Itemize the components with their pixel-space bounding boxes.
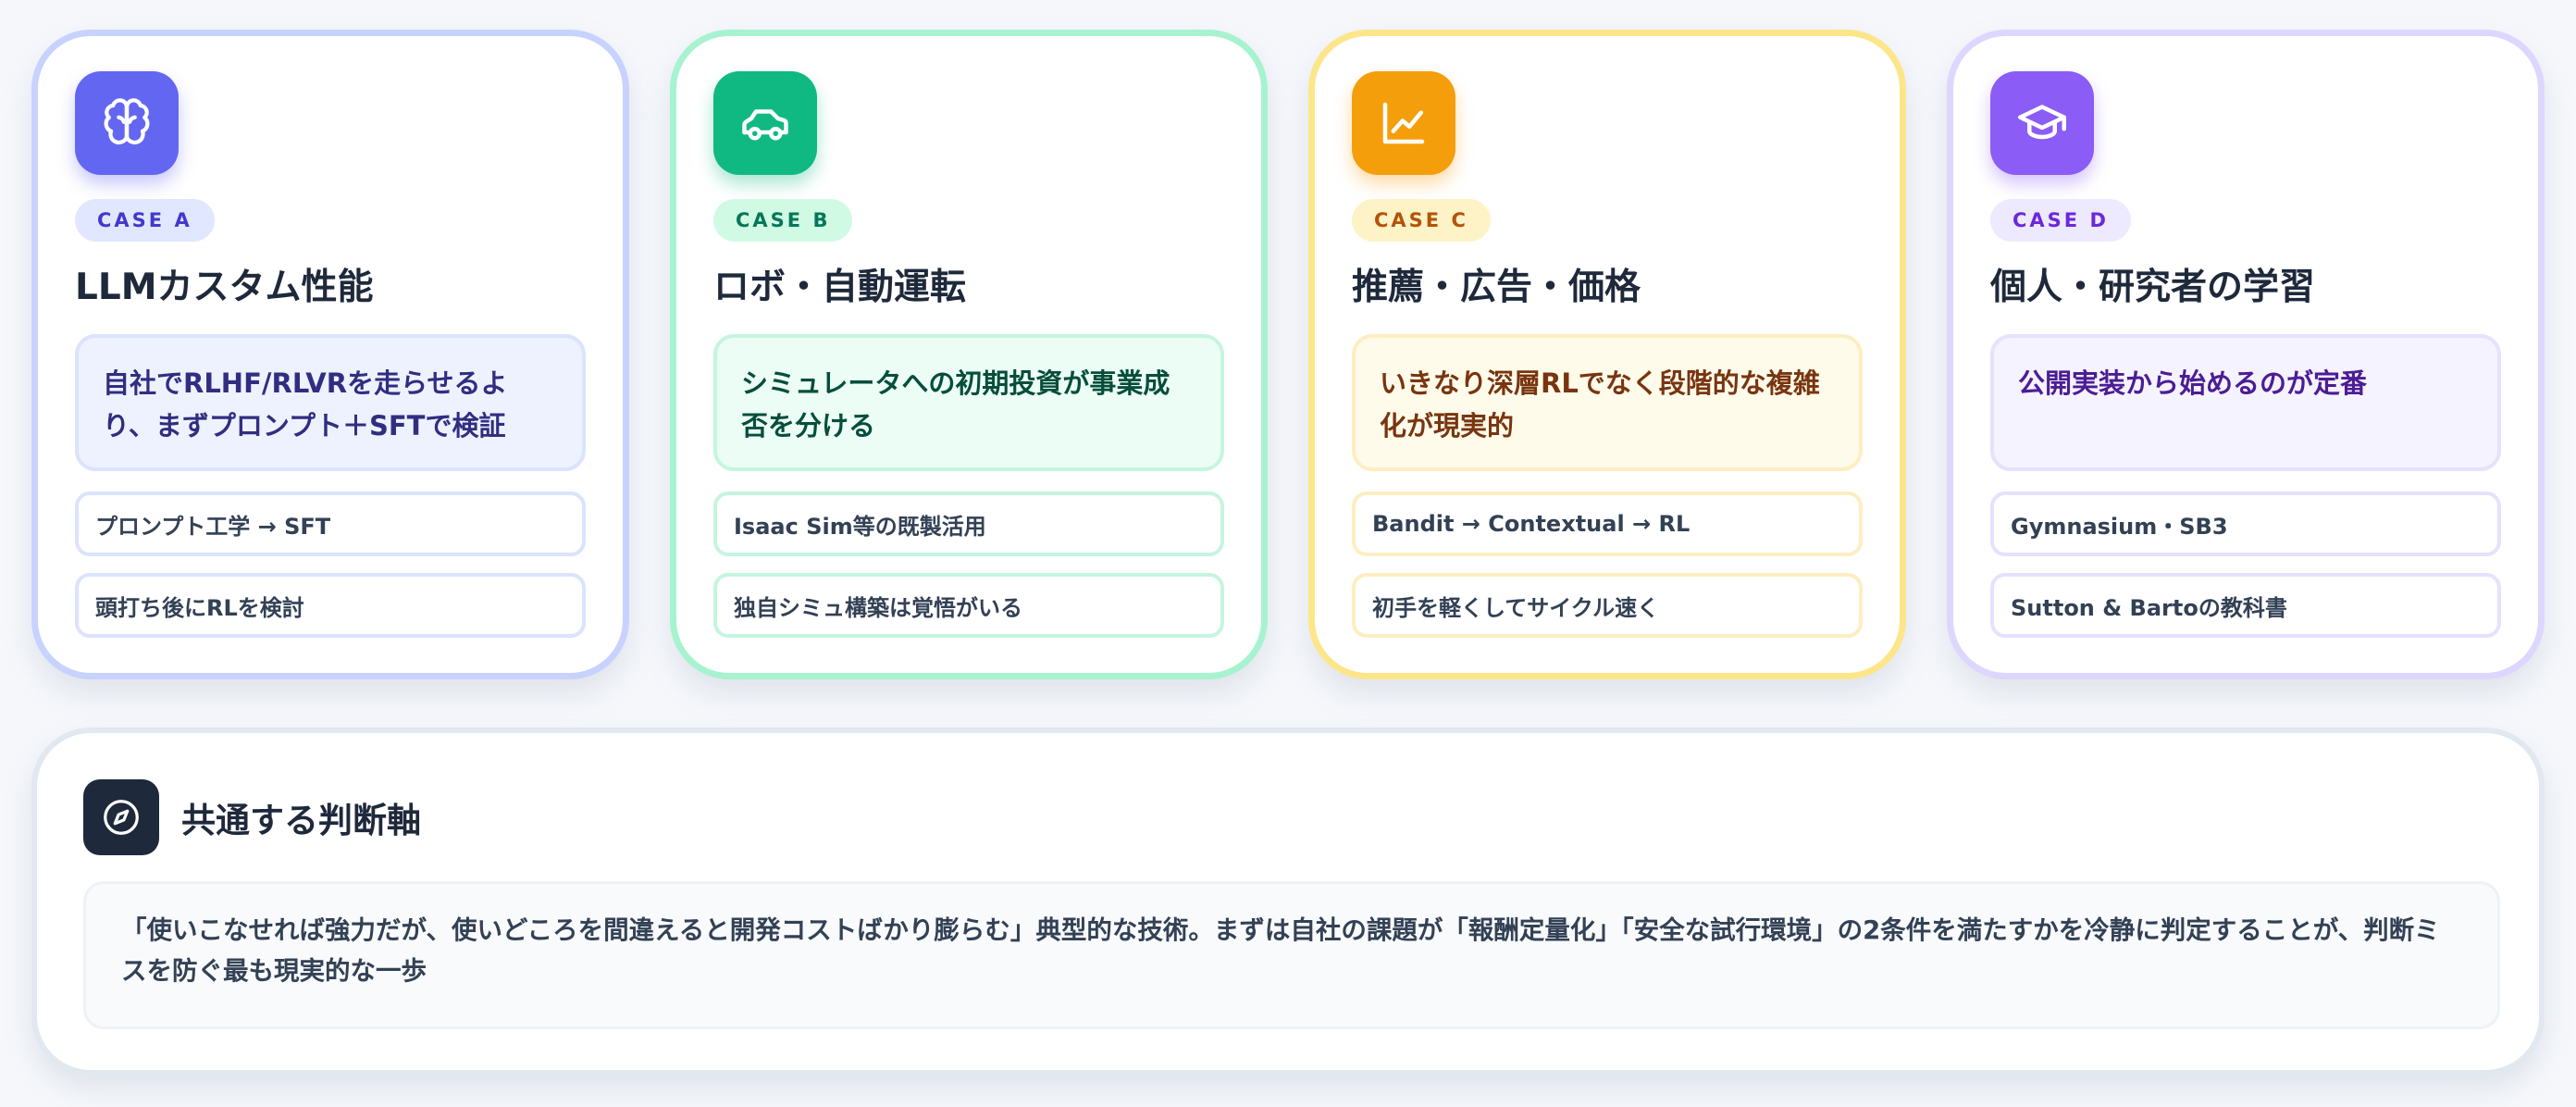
case-item: Sutton & Bartoの教科書 xyxy=(1990,573,2501,638)
case-title: 個人・研究者の学習 xyxy=(1990,267,2316,308)
case-badge: CASE A xyxy=(75,199,215,242)
case-highlight: シミュレータへの初期投資が事業成否を分ける xyxy=(713,334,1224,471)
case-item: Bandit → Contextual → RL xyxy=(1352,491,1863,556)
case-highlight: いきなり深層RLでなく段階的な複雑化が現実的 xyxy=(1352,334,1863,471)
case-item: Isaac Sim等の既製活用 xyxy=(713,491,1224,556)
case-title: 推薦・広告・価格 xyxy=(1352,267,1641,308)
case-item: プロンプト工学 → SFT xyxy=(75,491,586,556)
case-badge: CASE C xyxy=(1352,199,1491,242)
graduation-cap-icon xyxy=(1990,71,2094,175)
case-item: 初手を軽くしてサイクル速く xyxy=(1352,573,1863,638)
case-badge: CASE D xyxy=(1990,199,2131,242)
compass-icon xyxy=(83,779,159,855)
summary-title: 共通する判断軸 xyxy=(181,801,421,840)
case-highlight: 公開実装から始めるのが定番 xyxy=(1990,334,2501,471)
brain-icon xyxy=(75,71,179,175)
summary-body: 「使いこなせれば強力だが、使いどころを間違えると開発コストばかり膨らむ」典型的な… xyxy=(83,881,2500,1029)
case-item: 頭打ち後にRLを検討 xyxy=(75,573,586,638)
case-title: LLMカスタム性能 xyxy=(75,267,374,308)
case-card-c: CASE C 推薦・広告・価格 いきなり深層RLでなく段階的な複雑化が現実的 B… xyxy=(1308,30,1906,679)
case-title: ロボ・自動運転 xyxy=(713,267,967,308)
case-highlight: 自社でRLHF/RLVRを走らせるより、まずプロンプト＋SFTで検証 xyxy=(75,334,586,471)
case-card-d: CASE D 個人・研究者の学習 公開実装から始めるのが定番 Gymnasium… xyxy=(1947,30,2545,679)
line-chart-icon xyxy=(1352,71,1455,175)
car-icon xyxy=(713,71,817,175)
case-item: Gymnasium・SB3 xyxy=(1990,491,2501,556)
case-card-a: CASE A LLMカスタム性能 自社でRLHF/RLVRを走らせるより、まずプ… xyxy=(31,30,629,679)
case-card-b: CASE B ロボ・自動運転 シミュレータへの初期投資が事業成否を分ける Isa… xyxy=(670,30,1268,679)
summary-header: 共通する判断軸 xyxy=(83,779,421,855)
common-criteria-panel: 共通する判断軸 「使いこなせれば強力だが、使いどころを間違えると開発コストばかり… xyxy=(31,728,2545,1076)
case-item: 独自シミュ構築は覚悟がいる xyxy=(713,573,1224,638)
case-badge: CASE B xyxy=(713,199,853,242)
case-cards: CASE A LLMカスタム性能 自社でRLHF/RLVRを走らせるより、まずプ… xyxy=(31,30,2545,679)
